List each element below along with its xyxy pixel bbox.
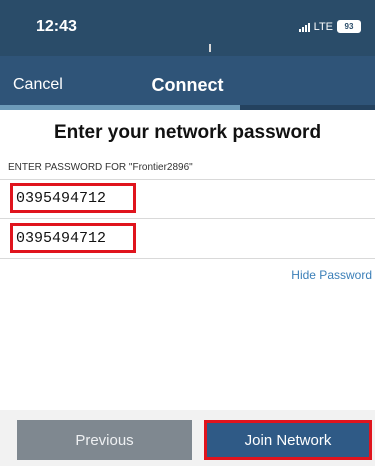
confirm-password-input[interactable] bbox=[10, 223, 136, 253]
network-type: LTE bbox=[313, 20, 333, 33]
divider bbox=[0, 179, 375, 180]
password-row bbox=[0, 182, 375, 214]
status-divider bbox=[209, 44, 211, 52]
signal-icon bbox=[298, 22, 310, 32]
divider bbox=[0, 258, 375, 259]
confirm-password-row bbox=[0, 222, 375, 254]
battery-icon: 93 bbox=[337, 20, 361, 33]
password-label: ENTER PASSWORD FOR "Frontier2896" bbox=[8, 162, 193, 173]
main-content: Enter your network password ENTER PASSWO… bbox=[0, 110, 375, 410]
nav-bar: Cancel Connect bbox=[0, 56, 375, 110]
status-time: 12:43 bbox=[36, 18, 77, 35]
divider bbox=[0, 218, 375, 219]
hide-password-link[interactable]: Hide Password bbox=[291, 268, 372, 282]
page-title: Connect bbox=[151, 75, 224, 95]
status-bar: 12:43 LTE 93 bbox=[0, 0, 375, 56]
section-heading: Enter your network password bbox=[53, 122, 322, 143]
join-network-button[interactable]: Join Network bbox=[204, 420, 372, 460]
status-indicators: LTE 93 bbox=[298, 20, 361, 33]
footer: Previous Join Network bbox=[0, 410, 375, 466]
password-input[interactable] bbox=[10, 183, 136, 213]
previous-button[interactable]: Previous bbox=[17, 420, 192, 460]
